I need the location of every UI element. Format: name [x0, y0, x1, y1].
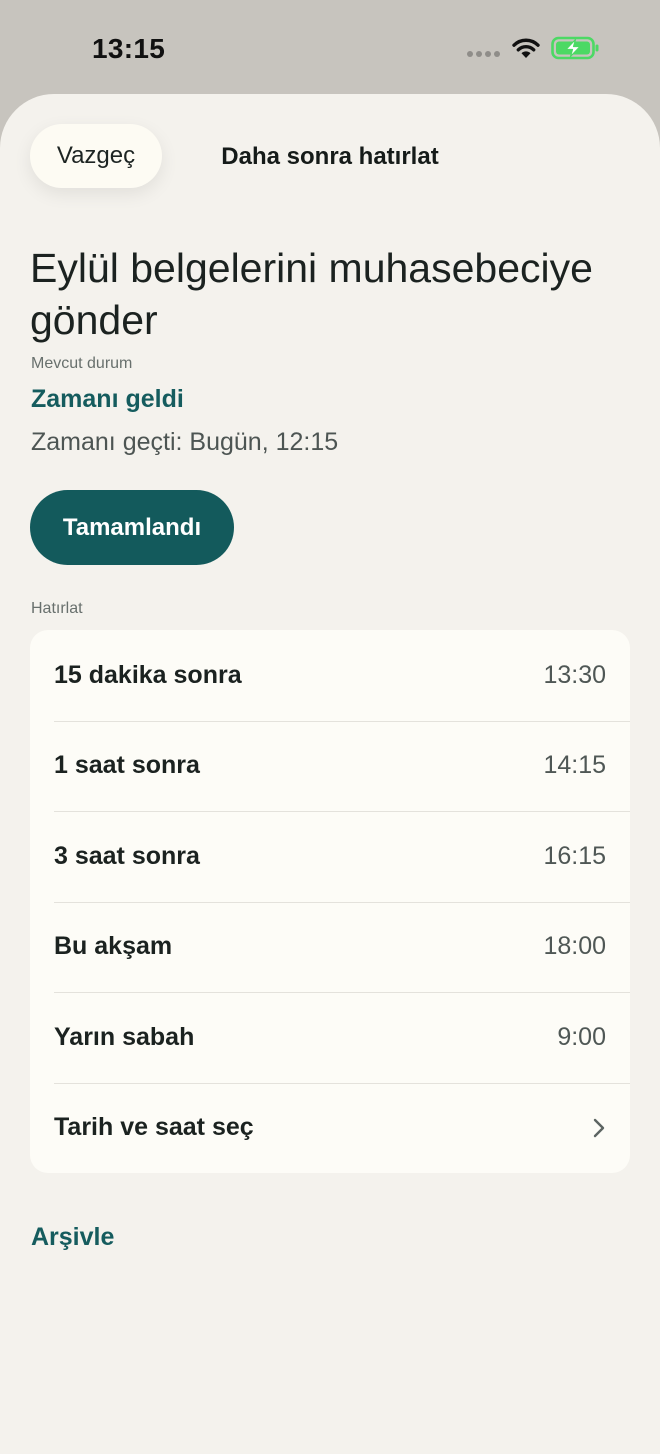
reminder-option-time: 9:00: [557, 1022, 606, 1051]
chevron-right-icon: [593, 1118, 605, 1137]
reminder-option-custom-date-time[interactable]: Tarih ve saat seç: [30, 1082, 630, 1174]
reminder-option-1-hour[interactable]: 1 saat sonra 14:15: [30, 720, 630, 812]
overdue-text: Zamanı geçti: Bugün, 12:15: [31, 428, 339, 456]
reminder-option-tomorrow-morning[interactable]: Yarın sabah 9:00: [30, 992, 630, 1083]
reminder-option-label: Tarih ve saat seç: [54, 1113, 254, 1142]
current-state-value: Zamanı geldi: [31, 385, 184, 413]
reminder-section-label: Hatırlat: [31, 600, 83, 617]
archive-link[interactable]: Arşivle: [31, 1223, 114, 1252]
signal-dots-icon: [467, 51, 500, 57]
reminder-options-list: 15 dakika sonra 13:30 1 saat sonra 14:15…: [30, 630, 630, 1173]
reminder-option-label: 1 saat sonra: [54, 751, 200, 780]
reminder-option-label: 3 saat sonra: [54, 841, 200, 870]
status-time: 13:15: [92, 33, 166, 64]
reminder-option-label: Yarın sabah: [54, 1022, 195, 1051]
reminder-option-label: Bu akşam: [54, 932, 173, 961]
reminder-option-3-hours[interactable]: 3 saat sonra 16:15: [30, 811, 630, 902]
reminder-option-time: 13:30: [543, 660, 606, 689]
reminder-option-time: 14:15: [543, 751, 606, 780]
reminder-option-15-minutes[interactable]: 15 dakika sonra 13:30: [30, 630, 630, 721]
cancel-button[interactable]: Vazgeç: [30, 124, 162, 188]
sheet-title: Daha sonra hatırlat: [221, 143, 439, 170]
remind-later-sheet: Vazgeç Daha sonra hatırlat Eylül belgele…: [0, 94, 660, 1454]
reminder-option-time: 16:15: [543, 841, 606, 870]
reminder-option-this-evening[interactable]: Bu akşam 18:00: [30, 901, 630, 993]
reminder-option-time: 18:00: [543, 932, 606, 961]
current-state-label: Mevcut durum: [31, 355, 133, 372]
task-title: Eylül belgelerini muhasebeciye gönder: [30, 245, 593, 343]
complete-button[interactable]: Tamamlandı: [30, 490, 234, 565]
reminder-option-label: 15 dakika sonra: [54, 660, 242, 689]
battery-charging-icon: [551, 36, 599, 60]
wifi-icon: [512, 38, 540, 58]
status-bar: 13:15: [0, 0, 660, 94]
